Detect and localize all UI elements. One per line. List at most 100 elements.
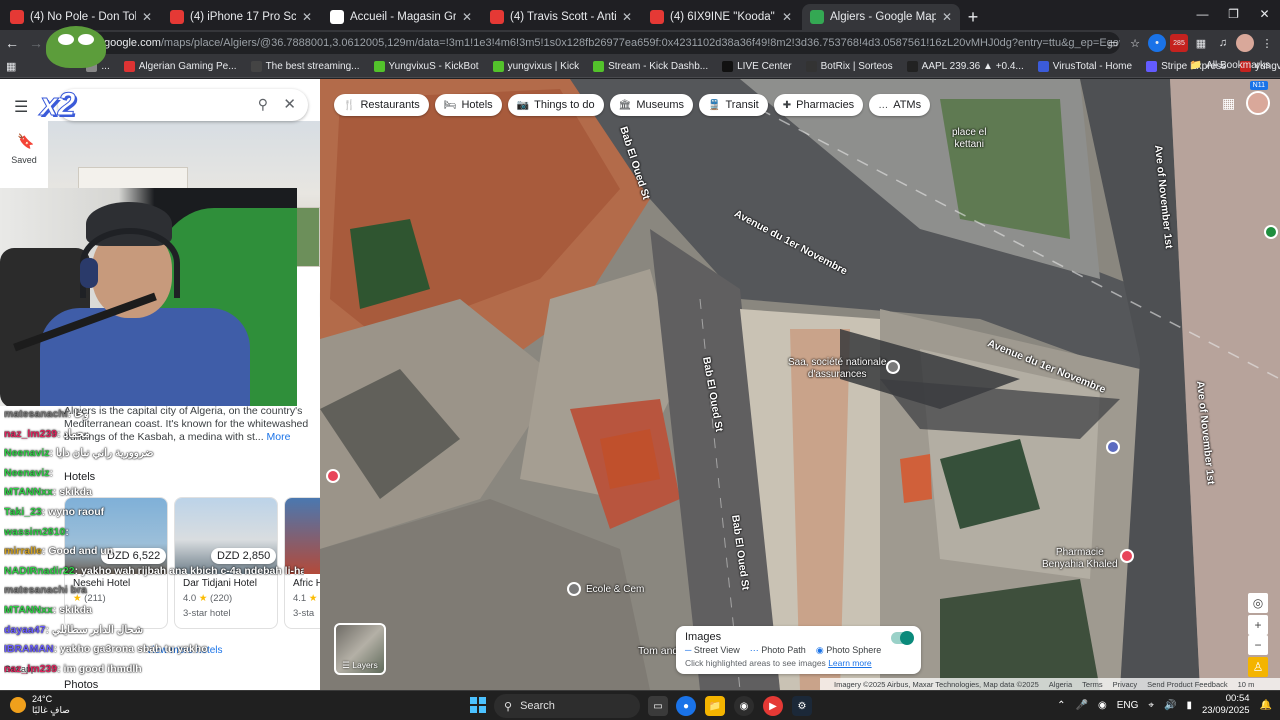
attribution-item[interactable]: Terms: [1082, 680, 1102, 689]
atm-icon: …: [878, 99, 889, 111]
poi-pin[interactable]: [567, 582, 581, 596]
bookmark-item[interactable]: The best streaming...: [250, 61, 360, 72]
notification-bell-icon[interactable]: 🔔: [1260, 700, 1272, 711]
extension-badge-icon[interactable]: 285: [1170, 34, 1188, 52]
google-apps-icon[interactable]: ▦: [1222, 95, 1238, 111]
close-tab-icon[interactable]: ✕: [622, 10, 632, 24]
zoom-out-button[interactable]: −: [1248, 635, 1268, 655]
poi-ecole[interactable]: Ecole & Cem: [586, 584, 644, 596]
extension-blue-icon[interactable]: •: [1148, 34, 1166, 52]
close-tab-icon[interactable]: ✕: [302, 10, 312, 24]
attribution-item[interactable]: Privacy: [1113, 680, 1138, 689]
bookmark-item[interactable]: Stream - Kick Dashb...: [593, 61, 708, 72]
media-icon[interactable]: ♫: [1214, 34, 1232, 52]
satellite-map[interactable]: 🍴 Restaurants 🛏 Hotels 📷 Things to do 🏛 Museums…: [320, 79, 1280, 690]
images-toggle[interactable]: [891, 631, 914, 645]
chip-transit[interactable]: 🚆 Transit: [699, 94, 768, 116]
poi-pin[interactable]: [326, 469, 340, 483]
poi-pin[interactable]: [886, 360, 900, 374]
chip-restaurants[interactable]: 🍴 Restaurants: [334, 94, 429, 116]
network-icon[interactable]: ⌖: [1148, 700, 1154, 711]
attribution-item[interactable]: Algeria: [1049, 680, 1072, 689]
bookmark-item[interactable]: LIVE Center: [722, 61, 792, 72]
account-avatar[interactable]: [1246, 91, 1270, 115]
restore-icon[interactable]: ❐: [1218, 0, 1249, 28]
bookmark-item[interactable]: Algerian Gaming Pe...: [123, 61, 237, 72]
obs-icon[interactable]: ◉: [734, 696, 754, 716]
mic-icon[interactable]: 🎤: [1076, 700, 1088, 711]
bookmark-item[interactable]: yungvixus | Kick: [492, 61, 579, 72]
bookmark-item[interactable]: BotRix | Sorteos: [805, 61, 893, 72]
file-explorer-icon[interactable]: 📁: [705, 696, 725, 716]
menu-icon[interactable]: ☰: [14, 97, 28, 117]
chat-message: mirralle: Good and un: [4, 542, 304, 562]
bookmark-item[interactable]: AAPL 239.36 ▲ +0.4...: [906, 61, 1024, 72]
layers-button[interactable]: ☰ Layers: [334, 623, 386, 675]
bookmark-star-icon[interactable]: ☆: [1126, 34, 1144, 52]
minimize-icon[interactable]: —: [1187, 0, 1218, 28]
apps-grid-icon[interactable]: ▦: [6, 60, 16, 73]
chip-museums[interactable]: 🏛 Museums: [609, 94, 694, 116]
bookmark-list: ... Algerian Gaming Pe... The best streami…: [86, 61, 1280, 72]
chip-things-to-do[interactable]: 📷 Things to do: [507, 94, 604, 116]
my-location-icon[interactable]: ◎: [1248, 593, 1268, 613]
learn-more-link[interactable]: Learn more: [828, 658, 871, 668]
language-indicator[interactable]: ENG: [1117, 700, 1139, 711]
close-tab-icon[interactable]: ✕: [462, 10, 472, 24]
pharmacy-pin[interactable]: [1120, 549, 1134, 563]
volume-icon[interactable]: 🔊: [1164, 700, 1176, 711]
tab-5[interactable]: Algiers - Google Maps ✕: [802, 4, 960, 30]
attribution-item[interactable]: Send Product Feedback: [1147, 680, 1227, 689]
media-player-icon[interactable]: ▶: [763, 696, 783, 716]
bookmark-item[interactable]: VirusTotal - Home: [1037, 61, 1132, 72]
tab-1[interactable]: (4) iPhone 17 Pro Scratch Gate ✕: [162, 4, 320, 30]
more-menu-icon[interactable]: ⋮: [1258, 34, 1276, 52]
tray-app-icon[interactable]: ◉: [1098, 700, 1107, 711]
address-bar[interactable]: google.com/maps/place/Algiers/@36.788800…: [90, 32, 1120, 54]
photo-sphere-label: Photo Sphere: [826, 645, 882, 655]
close-tab-icon[interactable]: ✕: [942, 10, 952, 24]
extensions-icon[interactable]: ▦: [1192, 34, 1210, 52]
all-bookmarks-button[interactable]: 📁 All Bookmarks: [1190, 60, 1270, 71]
chrome-icon[interactable]: ●: [676, 696, 696, 716]
close-window-icon[interactable]: ✕: [1249, 0, 1280, 28]
weather-widget[interactable]: 24°C صافٍ غالبًا: [10, 694, 70, 716]
poi-saa[interactable]: Saa, société nationale d'assurances: [788, 357, 886, 381]
bookmark-icon[interactable]: 🔖: [17, 133, 34, 150]
new-tab-button[interactable]: +: [960, 4, 986, 30]
poi-pin[interactable]: [1264, 225, 1278, 239]
zoom-in-button[interactable]: +: [1248, 615, 1268, 635]
maps-search-box[interactable]: ⚲ ✕: [58, 89, 308, 121]
tray-chevron-icon[interactable]: ⌃: [1057, 700, 1065, 711]
tab-4[interactable]: (4) 6IX9INE "Kooda" (WSHH Ex ✕: [642, 4, 800, 30]
transit-pin[interactable]: [1106, 440, 1120, 454]
taskbar-search[interactable]: ⚲ Search: [494, 694, 640, 718]
install-icon[interactable]: ▭: [1104, 34, 1122, 52]
images-legend-card[interactable]: Images ─ Street View ⋯ Photo Path ◉ Phot…: [676, 626, 921, 674]
chip-atms[interactable]: … ATMs: [869, 94, 931, 116]
chat-username: Taki_23: [4, 505, 42, 518]
clear-search-icon[interactable]: ✕: [283, 95, 296, 113]
task-view-icon[interactable]: ▭: [648, 696, 668, 716]
tab-3[interactable]: (4) Travis Scott - Antidote - You ✕: [482, 4, 640, 30]
layers-icon: ☰: [342, 660, 350, 670]
clock[interactable]: 00:54 23/09/2025: [1202, 693, 1250, 717]
battery-icon[interactable]: ▮: [1186, 700, 1192, 711]
windows-start-icon[interactable]: [470, 697, 486, 713]
poi-place-el-kettani[interactable]: place el kettani: [952, 127, 986, 151]
close-tab-icon[interactable]: ✕: [782, 10, 792, 24]
close-tab-icon[interactable]: ✕: [142, 10, 152, 24]
back-icon[interactable]: ←: [0, 31, 24, 55]
attribution-item[interactable]: 10 m: [1238, 680, 1255, 689]
saved-label[interactable]: Saved: [0, 155, 48, 165]
profile-avatar[interactable]: [1236, 34, 1254, 52]
tab-2[interactable]: Accueil - Magasin Great Phone ✕: [322, 4, 480, 30]
poi-pharmacie[interactable]: Pharmacie Benyahia Khaled: [1042, 547, 1118, 571]
steam-icon[interactable]: ⚙: [792, 696, 812, 716]
chip-hotels[interactable]: 🛏 Hotels: [434, 94, 502, 116]
search-icon[interactable]: ⚲: [258, 96, 268, 113]
bookmark-label: YungvixuS - KickBot: [388, 61, 479, 72]
chip-pharmacies[interactable]: ✚ Pharmacies: [773, 94, 864, 116]
pegman-icon[interactable]: ♙: [1248, 657, 1268, 677]
bookmark-item[interactable]: YungvixuS - KickBot: [373, 61, 479, 72]
